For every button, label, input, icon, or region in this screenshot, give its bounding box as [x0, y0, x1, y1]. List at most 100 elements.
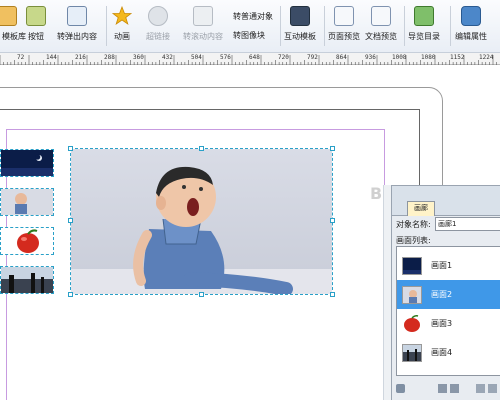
- popup-button[interactable]: 转弹出内容: [57, 6, 97, 48]
- silhouette-thumb-image: [1, 267, 53, 293]
- convert-image-block-button[interactable]: 转图像块: [233, 30, 265, 41]
- resize-handle[interactable]: [68, 292, 73, 297]
- gallery-properties-panel: 画廊 对象名称: 画廊1 画面列表: 画面1 画面2 画面3 画面4: [391, 185, 500, 400]
- baby-thumb: [402, 285, 422, 304]
- interactive-template-label: 互动模板: [284, 32, 316, 41]
- ruler-label: 72: [17, 54, 25, 61]
- night-sky-image: [1, 150, 53, 176]
- main-toolbar: 模板库 按钮 转弹出内容 动画 超链接 转滚动内容 转普通对象 转图像块 互动模…: [0, 0, 500, 53]
- apple-thumb-image: [1, 228, 53, 254]
- panel-footer: [392, 379, 500, 400]
- gallery-thumb-apple[interactable]: [0, 227, 54, 255]
- apple-thumb: [402, 314, 422, 333]
- tab-gallery[interactable]: 画廊: [407, 201, 435, 216]
- resize-handle[interactable]: [330, 292, 335, 297]
- move-up-icon[interactable]: [438, 384, 447, 393]
- hyperlink-button[interactable]: 超链接: [146, 6, 170, 48]
- object-name-label: 对象名称:: [396, 220, 431, 229]
- popup-icon: [67, 6, 87, 26]
- resize-handle[interactable]: [68, 218, 73, 223]
- doc-preview-button[interactable]: 文档预览: [365, 6, 397, 48]
- list-item[interactable]: 画面4: [397, 338, 500, 367]
- gallery-thumb-baby[interactable]: [0, 188, 54, 216]
- silhouette-thumb: [402, 343, 422, 362]
- button-label: 按钮: [28, 32, 44, 41]
- gallery-thumb-night-sky[interactable]: [0, 149, 54, 177]
- button-icon: [26, 6, 46, 26]
- edit-properties-button[interactable]: 编辑属性: [455, 6, 487, 48]
- animation-label: 动画: [114, 32, 130, 41]
- ruler-label: 1080: [421, 54, 436, 61]
- doc-preview-label: 文档预览: [365, 32, 397, 41]
- toolbar-separator: [324, 6, 325, 46]
- resize-handle[interactable]: [330, 218, 335, 223]
- resize-handle[interactable]: [199, 292, 204, 297]
- night-sky-thumb: [402, 256, 422, 275]
- list-item-label: 画面1: [431, 261, 453, 270]
- ruler-label: 288: [104, 54, 115, 61]
- frame-list[interactable]: 画面1 画面2 画面3 画面4: [396, 246, 500, 376]
- ruler-label: 648: [249, 54, 260, 61]
- animation-button[interactable]: 动画: [112, 6, 132, 48]
- list-item[interactable]: 画面1: [397, 251, 500, 280]
- ruler-label: 1224: [479, 54, 494, 61]
- toolbar-separator: [106, 6, 107, 46]
- popup-label: 转弹出内容: [57, 32, 97, 41]
- add-frame-icon[interactable]: [396, 384, 405, 393]
- object-name-input[interactable]: 画廊1: [435, 217, 500, 231]
- ruler-label: 864: [336, 54, 347, 61]
- ruler-label: 216: [75, 54, 86, 61]
- nav-directory-label: 导览目录: [408, 32, 440, 41]
- toolbar-separator: [450, 6, 451, 46]
- resize-handle[interactable]: [330, 146, 335, 151]
- list-item-label: 画面2: [431, 290, 453, 299]
- resize-handle[interactable]: [199, 146, 204, 151]
- ruler-label: 720: [278, 54, 289, 61]
- interactive-template-icon: [290, 6, 310, 26]
- ruler-label: 144: [46, 54, 57, 61]
- guide-line: [6, 129, 385, 130]
- ruler-label: 792: [307, 54, 318, 61]
- frame-list-label: 画面列表:: [396, 236, 431, 245]
- template-button[interactable]: 模板库: [0, 6, 26, 48]
- list-item[interactable]: 画面2: [397, 280, 500, 309]
- interactive-template-button[interactable]: 互动模板: [284, 6, 316, 48]
- gallery-thumb-silhouette[interactable]: [0, 266, 54, 294]
- animation-star-icon: [112, 6, 132, 26]
- vertical-scrollbar[interactable]: [383, 185, 391, 400]
- edit-properties-icon: [461, 6, 481, 26]
- nav-directory-button[interactable]: 导览目录: [408, 6, 440, 48]
- edit-properties-label: 编辑属性: [455, 32, 487, 41]
- move-down-icon[interactable]: [450, 384, 459, 393]
- ruler-label: 432: [162, 54, 173, 61]
- toolbar-separator: [280, 6, 281, 46]
- template-label: 模板库: [2, 32, 26, 41]
- ruler-label: 936: [365, 54, 376, 61]
- ruler-label: 360: [133, 54, 144, 61]
- page-preview-icon: [334, 6, 354, 26]
- ruler-label: 576: [220, 54, 231, 61]
- list-item[interactable]: 画面3: [397, 309, 500, 338]
- hyperlink-label: 超链接: [146, 32, 170, 41]
- list-item-label: 画面3: [431, 319, 453, 328]
- ruler-label: 1008: [392, 54, 407, 61]
- button-button[interactable]: 按钮: [26, 6, 46, 48]
- scroll-content-icon: [193, 6, 213, 26]
- hyperlink-icon: [148, 6, 168, 26]
- horizontal-ruler: 72 144 216 288 360 432 504 576 648 720 7…: [0, 53, 500, 65]
- doc-preview-icon: [371, 6, 391, 26]
- resize-handle[interactable]: [68, 146, 73, 151]
- page-preview-label: 页面预览: [328, 32, 360, 41]
- page-preview-button[interactable]: 页面预览: [328, 6, 360, 48]
- list-item-label: 画面4: [431, 348, 453, 357]
- scroll-content-label: 转滚动内容: [183, 32, 223, 41]
- nav-directory-icon: [414, 6, 434, 26]
- delete-frame-icon[interactable]: [488, 384, 497, 393]
- properties-icon[interactable]: [476, 384, 485, 393]
- baby-thumb-image: [1, 189, 53, 215]
- gallery-main-image[interactable]: [70, 148, 333, 295]
- convert-normal-object-button[interactable]: 转普通对象: [233, 11, 273, 22]
- template-icon: [0, 6, 17, 26]
- baby-photo: [71, 149, 332, 294]
- scroll-content-button[interactable]: 转滚动内容: [183, 6, 223, 48]
